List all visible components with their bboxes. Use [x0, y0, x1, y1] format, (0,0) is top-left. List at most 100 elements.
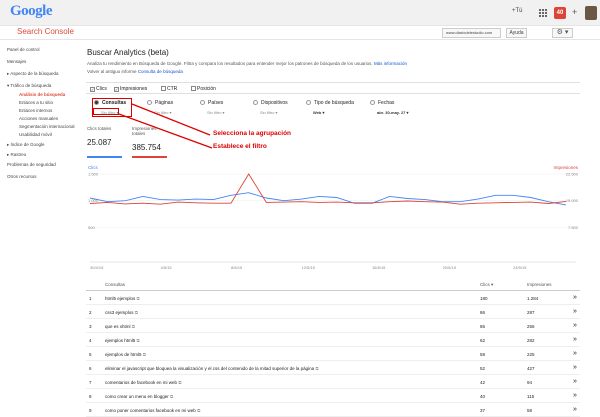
table-row[interactable]: 4 ejemplos html5 ⧉ 62 282 »	[86, 333, 580, 347]
query-text[interactable]: eliminar el javascript que bloquea la vi…	[105, 366, 319, 371]
row-number: 9	[89, 408, 92, 413]
expand-chevron-icon[interactable]: »	[573, 378, 577, 385]
expand-chevron-icon[interactable]: »	[573, 322, 577, 329]
impressions-value: 94	[527, 380, 533, 385]
impressions-value: 427	[527, 366, 535, 371]
sidebar-item[interactable]: Enlaces internos	[19, 108, 52, 113]
x-tick-label: 12/5/15	[302, 265, 316, 270]
query-text[interactable]: ejemplos de html5 ⧉	[105, 352, 146, 357]
sidebar-item[interactable]: Acciones manuales	[19, 116, 58, 121]
query-text[interactable]: como poner comentarios facebook en mi we…	[105, 408, 200, 413]
notifications-badge[interactable]: 40	[554, 7, 566, 19]
query-text[interactable]: como crear un menu en blogger ⧉	[105, 394, 173, 399]
sidebar-item[interactable]: Mensajes	[7, 59, 26, 64]
sidebar-item[interactable]: Panel de control	[7, 47, 40, 52]
avatar[interactable]	[585, 6, 597, 20]
impressions-value: 287	[527, 310, 535, 315]
external-link-icon[interactable]: ⧉	[135, 338, 140, 343]
stat-total-clicks[interactable]: Clics totales 25.087	[87, 126, 122, 158]
left-axis-label: Clics	[88, 165, 98, 170]
impressions-value: 282	[527, 338, 535, 343]
external-link-icon[interactable]: ⧉	[177, 380, 181, 385]
site-selector[interactable]: www.diariodelestudio.com	[442, 28, 501, 38]
table-row[interactable]: 9 como poner comentarios facebook en mi w…	[86, 403, 580, 417]
y-tick-right: 7.500	[568, 225, 579, 230]
share-icon[interactable]: +	[572, 8, 577, 17]
apps-grid-icon[interactable]	[539, 9, 547, 17]
query-text[interactable]: ejemplos html5 ⧉	[105, 338, 140, 343]
query-text[interactable]: html5 ejemplos ⧉	[105, 296, 140, 301]
y-tick-left: 1.500	[88, 172, 99, 177]
row-number: 7	[89, 380, 92, 385]
header-impressions[interactable]: Impresiones	[527, 282, 552, 287]
sidebar-item[interactable]: Análisis de búsqueda	[19, 92, 65, 97]
sidebar: Panel de control Mensajes ▸ Aspecto de la …	[0, 44, 86, 375]
expand-chevron-icon[interactable]: »	[573, 308, 577, 315]
table-row[interactable]: 1 html5 ejemplos ⧉ 180 1.284 »	[86, 291, 580, 305]
app-title[interactable]: Search Console	[17, 27, 74, 36]
x-tick-label: 24/5/15	[513, 265, 527, 270]
sidebar-item[interactable]: ▾ Tráfico de búsqueda	[7, 83, 51, 89]
y-tick-left: 500	[88, 225, 95, 230]
main-content: Buscar Analytics (beta) Analiza tu rendi…	[86, 44, 600, 417]
sidebar-item[interactable]: Otros recursos	[7, 174, 37, 179]
google-plus-link[interactable]: +Tú	[512, 8, 523, 14]
row-number: 2	[89, 310, 92, 315]
expand-chevron-icon[interactable]: »	[573, 406, 577, 413]
expand-chevron-icon[interactable]: »	[573, 294, 577, 301]
impressions-value: 58	[527, 408, 533, 413]
row-number: 1	[89, 296, 92, 301]
external-link-icon[interactable]: ⧉	[142, 352, 146, 357]
table-row[interactable]: 7 comentarios de facebook en mi web ⧉ 42 94…	[86, 375, 580, 389]
table-row[interactable]: 2 css3 ejemplos ⧉ 86 287 »	[86, 305, 580, 319]
impressions-value: 115	[527, 394, 535, 399]
external-link-icon[interactable]: ⧉	[131, 324, 135, 329]
external-link-icon[interactable]: ⧉	[135, 296, 140, 301]
sidebar-item[interactable]: Segmentación internacional	[19, 124, 75, 129]
table-row[interactable]: 6 eliminar el javascript que bloquea la v…	[86, 361, 580, 375]
expand-chevron-icon[interactable]: »	[573, 350, 577, 357]
external-link-icon[interactable]: ⧉	[169, 394, 173, 399]
expand-chevron-icon[interactable]: »	[573, 336, 577, 343]
row-number: 8	[89, 394, 92, 399]
external-link-icon[interactable]: ⧉	[314, 366, 318, 371]
header-clicks[interactable]: Clics ▾	[480, 282, 493, 288]
impressions-value: 256	[527, 324, 535, 329]
table-row[interactable]: 3 que es xhtml ⧉ 86 256 »	[86, 319, 580, 333]
clicks-value: 58	[480, 352, 486, 357]
impressions-value: 1.284	[527, 296, 539, 301]
expand-chevron-icon[interactable]: »	[573, 392, 577, 399]
clicks-value: 42	[480, 380, 486, 385]
header-query[interactable]: Consultas	[105, 282, 125, 287]
table-row[interactable]: 5 ejemplos de html5 ⧉ 58 225 »	[86, 347, 580, 361]
row-number: 5	[89, 352, 92, 357]
right-axis-label: Impresiones	[553, 165, 578, 170]
query-text[interactable]: que es xhtml ⧉	[105, 324, 135, 329]
x-tick-label: 20/5/15	[443, 265, 457, 270]
query-text[interactable]: css3 ejemplos ⧉	[105, 310, 138, 315]
external-link-icon[interactable]: ⧉	[196, 408, 200, 413]
sidebar-item[interactable]: Usabilidad móvil	[19, 132, 52, 137]
row-number: 4	[89, 338, 92, 343]
clicks-value: 86	[480, 324, 486, 329]
sidebar-item[interactable]: ▸ Índice de Google	[7, 142, 45, 148]
clicks-value: 37	[480, 408, 486, 413]
google-logo[interactable]: Google	[10, 3, 53, 20]
sidebar-item[interactable]: Enlaces a tu sitio	[19, 100, 53, 105]
settings-button[interactable]: ⚙ ▾	[552, 28, 573, 38]
row-number: 3	[89, 324, 92, 329]
impressions-value: 225	[527, 352, 535, 357]
sidebar-item[interactable]: ▸ Rastreo	[7, 152, 26, 158]
expand-chevron-icon[interactable]: »	[573, 364, 577, 371]
help-button[interactable]: Ayuda	[506, 28, 527, 38]
x-tick-label: 4/5/15	[161, 265, 173, 270]
stat-total-impressions[interactable]: Impresiones totales 385.754	[132, 126, 167, 158]
sidebar-item[interactable]: Problemas de seguridad	[7, 162, 56, 167]
x-tick-label: 30/4/15	[90, 265, 104, 270]
clicks-value: 180	[480, 296, 488, 301]
table-row[interactable]: 8 como crear un menu en blogger ⧉ 40 115 »	[86, 389, 580, 403]
query-text[interactable]: comentarios de facebook en mi web ⧉	[105, 380, 182, 385]
table-header: Consultas Clics ▾ Impresiones	[86, 277, 580, 291]
sidebar-item[interactable]: ▸ Aspecto de la búsqueda	[7, 71, 59, 77]
external-link-icon[interactable]: ⧉	[134, 310, 138, 315]
